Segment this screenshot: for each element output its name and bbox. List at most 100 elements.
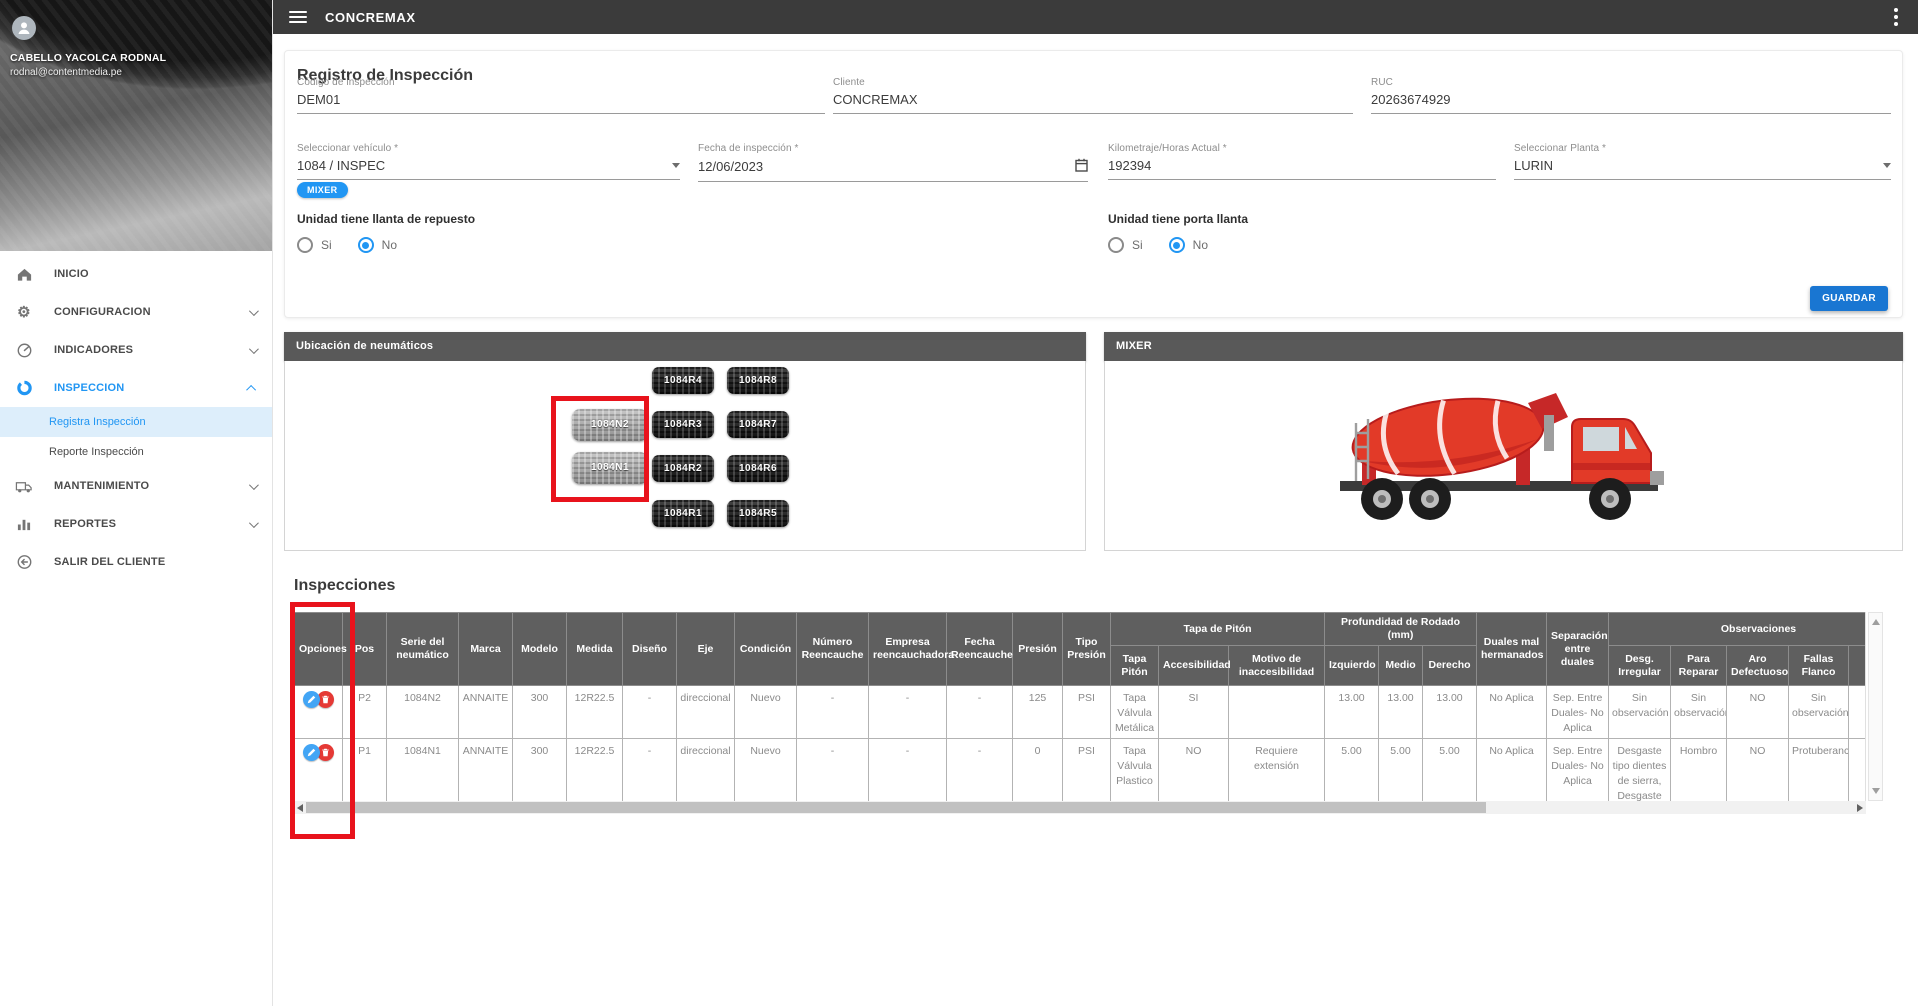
radio-si-label: Si	[1132, 238, 1143, 252]
planta-select[interactable]: Seleccionar Planta * LURIN	[1514, 143, 1891, 180]
col-motivo: Motivo de inaccesibilidad	[1229, 646, 1325, 686]
tire-1084R5[interactable]: 1084R5	[727, 500, 789, 527]
radio-circle-checked[interactable]	[1169, 237, 1185, 253]
radio-circle-checked[interactable]	[358, 237, 374, 253]
ruc-value[interactable]: 20263674929	[1371, 92, 1891, 107]
cell-izquierdo: 13.00	[1325, 686, 1379, 739]
cell-fallas-flanco: Protuberancia	[1789, 739, 1849, 802]
guardar-button[interactable]: GUARDAR	[1810, 286, 1888, 311]
kilometraje-field[interactable]: Kilometraje/Horas Actual * 192394	[1108, 143, 1496, 180]
col-marca: Marca	[459, 613, 513, 686]
sidebar-item-salir-del-cliente[interactable]: SALIR DEL CLIENTE	[0, 543, 272, 581]
inspecciones-title: Inspecciones	[294, 577, 395, 595]
cell-aro-defectuoso: NO	[1727, 739, 1789, 802]
page: CABELLO YACOLCA RODNAL rodnal@contentmed…	[0, 0, 1918, 1006]
scroll-down-icon[interactable]	[1872, 788, 1880, 794]
tire-1084R6[interactable]: 1084R6	[727, 455, 789, 482]
col-group-observaciones: Observaciones	[1609, 613, 1866, 646]
vehiculo-value[interactable]: 1084 / INSPEC	[297, 158, 385, 173]
col-derecho: Derecho	[1423, 646, 1477, 686]
codigo-value[interactable]: DEM01	[297, 92, 825, 107]
vehiculo-select[interactable]: Seleccionar vehículo * 1084 / INSPEC	[297, 143, 680, 180]
sidebar-item-reportes[interactable]: REPORTES	[0, 505, 272, 543]
kilometraje-label: Kilometraje/Horas Actual *	[1108, 143, 1496, 154]
kilometraje-value[interactable]: 192394	[1108, 158, 1496, 173]
sidebar-item-indicadores[interactable]: INDICADORES	[0, 331, 272, 369]
col-fecha-reencauche: Fecha Reencauche	[947, 613, 1013, 686]
ruc-label: RUC	[1371, 77, 1891, 88]
calendar-icon[interactable]	[1075, 158, 1088, 175]
sidebar-item-inicio[interactable]: INICIO	[0, 255, 272, 293]
tire-1084R3[interactable]: 1084R3	[652, 411, 714, 438]
panel-title: MIXER	[1104, 332, 1903, 361]
radio-si[interactable]: Si	[1108, 237, 1143, 253]
edit-icon[interactable]	[303, 691, 320, 708]
sidebar-item-inspeccion[interactable]: INSPECCION	[0, 369, 272, 407]
scrollbar-thumb[interactable]	[306, 802, 1486, 813]
planta-value[interactable]: LURIN	[1514, 158, 1553, 173]
horizontal-scrollbar[interactable]	[294, 801, 1866, 814]
radio-si-label: Si	[321, 238, 332, 252]
chevron-down-icon[interactable]	[1883, 163, 1891, 168]
cell-modelo: 300	[513, 739, 567, 802]
radio-no[interactable]: No	[358, 237, 397, 253]
sidebar-item-configuracion[interactable]: ⚙ CONFIGURACION	[0, 293, 272, 331]
codigo-inspeccion-field[interactable]: Código de inspección DEM01	[297, 77, 825, 114]
cell-extra: Tu f	[1849, 739, 1866, 802]
radio-no[interactable]: No	[1169, 237, 1208, 253]
tire-1084R4[interactable]: 1084R4	[652, 367, 714, 394]
menu-hamburger-icon[interactable]	[289, 11, 307, 23]
scroll-left-icon[interactable]	[297, 804, 303, 812]
kebab-menu-icon[interactable]	[1890, 4, 1902, 30]
table-row: P1 1084N1 ANNAITE 300 12R22.5 - direccio…	[295, 739, 1867, 802]
col-empresa: Empresa reencauchadora	[869, 613, 947, 686]
col-presion: Presión	[1013, 613, 1063, 686]
sidebar-item-mantenimiento[interactable]: MANTENIMIENTO	[0, 467, 272, 505]
cell-separacion: Sep. Entre Duales- No Aplica	[1547, 686, 1609, 739]
cell-motivo: Requiere extensión	[1229, 739, 1325, 802]
col-medio: Medio	[1379, 646, 1423, 686]
ruc-field[interactable]: RUC 20263674929	[1371, 77, 1891, 114]
tire-1084R8[interactable]: 1084R8	[727, 367, 789, 394]
sidebar-item-registra-inspeccion[interactable]: Registra Inspección	[0, 407, 272, 437]
col-extra-truncated: Es	[1849, 646, 1866, 686]
fecha-value[interactable]: 12/06/2023	[698, 159, 763, 174]
tire-1084N1-spare[interactable]: 1084N1	[572, 452, 648, 484]
fecha-inspeccion-field[interactable]: Fecha de inspección * 12/06/2023	[698, 143, 1088, 182]
cell-condicion: Nuevo	[735, 686, 797, 739]
exit-icon	[14, 553, 34, 571]
cell-medio: 13.00	[1379, 686, 1423, 739]
cell-motivo	[1229, 686, 1325, 739]
scroll-up-icon[interactable]	[1872, 619, 1880, 625]
chevron-down-icon[interactable]	[672, 163, 680, 168]
vertical-scrollbar[interactable]	[1868, 612, 1883, 801]
cell-tipo-presion: PSI	[1063, 686, 1111, 739]
col-aro-defectuoso: Aro Defectuoso	[1727, 646, 1789, 686]
inspections-table-scroll-area[interactable]: Opciones Pos Serie del neumático Marca M…	[294, 612, 1866, 801]
tire-1084R1[interactable]: 1084R1	[652, 500, 714, 527]
sidebar-subitem-label: Reporte Inspección	[49, 446, 144, 458]
radio-circle[interactable]	[1108, 237, 1124, 253]
tire-1084R2[interactable]: 1084R2	[652, 455, 714, 482]
tire-1084R7[interactable]: 1084R7	[727, 411, 789, 438]
scroll-right-icon[interactable]	[1857, 804, 1863, 812]
cell-empresa: -	[869, 686, 947, 739]
edit-icon[interactable]	[303, 744, 320, 761]
tire-1084N2-spare[interactable]: 1084N2	[572, 409, 648, 441]
planta-label: Seleccionar Planta *	[1514, 143, 1891, 154]
cliente-field[interactable]: Cliente CONCREMAX	[833, 77, 1353, 114]
topbar: CONCREMAX	[273, 0, 1918, 34]
cliente-value[interactable]: CONCREMAX	[833, 92, 1353, 107]
home-icon	[14, 265, 34, 283]
table-row: P2 1084N2 ANNAITE 300 12R22.5 - direccio…	[295, 686, 1867, 739]
cell-para-reparar: Hombro	[1671, 739, 1727, 802]
registro-inspeccion-card: Registro de Inspección Código de inspecc…	[284, 50, 1903, 318]
cell-fecha-reencauche: -	[947, 686, 1013, 739]
radio-si[interactable]: Si	[297, 237, 332, 253]
cell-condicion: Nuevo	[735, 739, 797, 802]
sidebar-item-reporte-inspeccion[interactable]: Reporte Inspección	[0, 437, 272, 467]
radio-no-label: No	[382, 238, 397, 252]
col-medida: Medida	[567, 613, 623, 686]
radio-circle[interactable]	[297, 237, 313, 253]
col-accesibilidad: Accesibilidad	[1159, 646, 1229, 686]
